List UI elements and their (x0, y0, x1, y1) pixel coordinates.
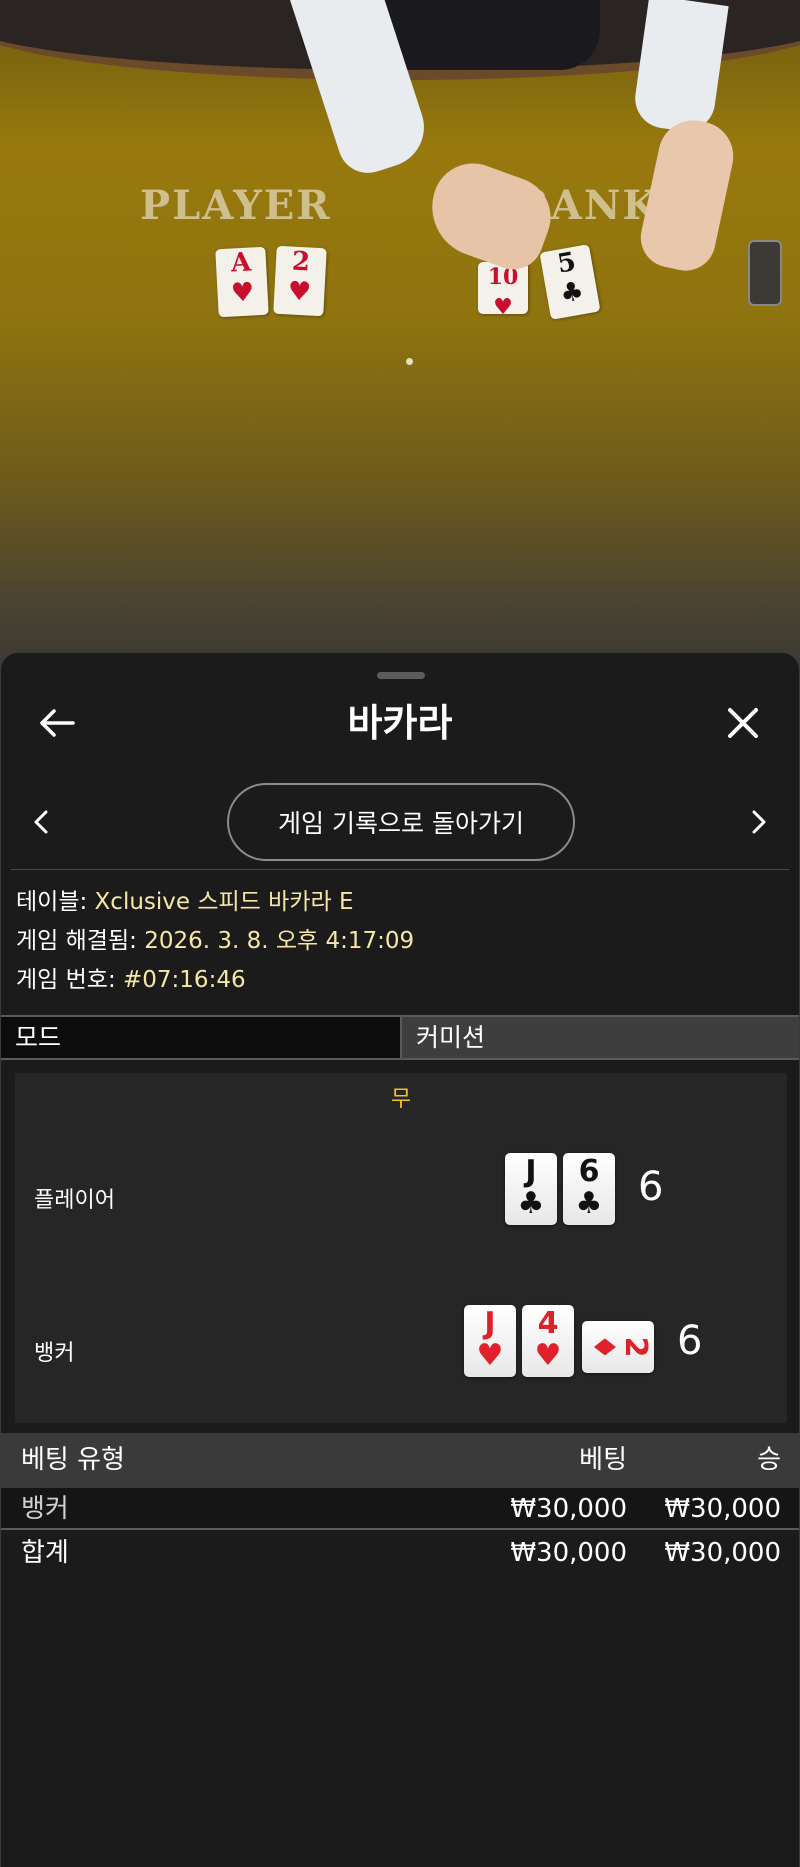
game-number-label: 게임 번호: (16, 967, 116, 993)
tab-commission[interactable]: 커미션 (402, 1017, 799, 1058)
next-game-button[interactable] (739, 802, 779, 842)
felt-player-label: PLAYER (140, 182, 332, 229)
card-shoe (748, 240, 782, 306)
video-banker-card-1: 10 ♥ (478, 262, 528, 320)
player-card-2: 6 ♣ (563, 1153, 615, 1225)
live-video-feed: PLAYER BANKE A ♥ 2 ♥ 10 ♥ 5 ♣ (0, 0, 800, 672)
banker-score: 6 (677, 1318, 703, 1364)
dealer-arm-right (631, 0, 729, 135)
total-row: 합계 ₩30,000 ₩30,000 (1, 1532, 799, 1574)
game-number-info: 게임 번호: #07:16:46 (16, 963, 246, 997)
player-score: 6 (638, 1164, 664, 1210)
win-amount-cell: ₩30,000 (664, 1494, 781, 1524)
banker-card-2: 4 ♥ (522, 1305, 574, 1377)
video-banker-card-2: 5 ♣ (539, 244, 601, 320)
outcome-label: 무 (390, 1087, 412, 1112)
section-divider (11, 869, 789, 870)
mode-tabs: 모드 커미션 (1, 1015, 799, 1060)
page-title: 바카라 (347, 701, 453, 745)
resolved-info: 게임 해결됨: 2026. 3. 8. 오후 4:17:09 (16, 924, 414, 958)
player-card-1: J ♣ (505, 1153, 557, 1225)
chevron-left-icon (34, 810, 48, 834)
previous-game-button[interactable] (21, 802, 61, 842)
game-number-value: #07:16:46 (123, 967, 246, 993)
bet-type-cell: 뱅커 (21, 1494, 69, 1524)
game-detail-sheet: 바카라 게임 기록으로 돌아가기 테이블: Xclusive 스피드 바카라 E… (0, 652, 800, 1867)
header-bet: 베팅 (579, 1445, 627, 1475)
table-info-label: 테이블: (16, 889, 88, 915)
table-info: 테이블: Xclusive 스피드 바카라 E (16, 885, 353, 919)
tab-mode[interactable]: 모드 (1, 1017, 402, 1058)
header-win: 승 (757, 1445, 781, 1475)
table-marker (406, 358, 413, 365)
total-bet: ₩30,000 (510, 1538, 627, 1568)
header-bet-type: 베팅 유형 (21, 1445, 125, 1475)
player-hand-label: 플레이어 (34, 1188, 115, 1213)
close-icon (728, 708, 758, 738)
back-to-history-button[interactable]: 게임 기록으로 돌아가기 (227, 783, 575, 861)
bets-table-header: 베팅 유형 베팅 승 (1, 1433, 799, 1488)
table-row: 뱅커 ₩30,000 ₩30,000 (1, 1488, 799, 1530)
resolved-info-label: 게임 해결됨: (16, 928, 137, 954)
bet-amount-cell: ₩30,000 (510, 1494, 627, 1524)
banker-card-1: J ♥ (464, 1305, 516, 1377)
total-win: ₩30,000 (664, 1538, 781, 1568)
chevron-right-icon (752, 810, 766, 834)
round-result-panel: 무 플레이어 J ♣ 6 ♣ 6 뱅커 J ♥ 4 ♥ 2 ♦ 6 (15, 1073, 787, 1423)
drag-handle[interactable] (377, 672, 425, 679)
resolved-info-value: 2026. 3. 8. 오후 4:17:09 (144, 928, 415, 954)
banker-card-3-sideways: 2 ♦ (582, 1321, 654, 1373)
table-info-value: Xclusive 스피드 바카라 E (94, 889, 354, 915)
dealer-hand-right (635, 113, 740, 277)
banker-hand-label: 뱅커 (34, 1341, 75, 1366)
video-player-card-1: A ♥ (215, 246, 269, 318)
total-label: 합계 (21, 1538, 69, 1568)
close-button[interactable] (717, 697, 769, 749)
video-player-card-2: 2 ♥ (273, 245, 327, 317)
